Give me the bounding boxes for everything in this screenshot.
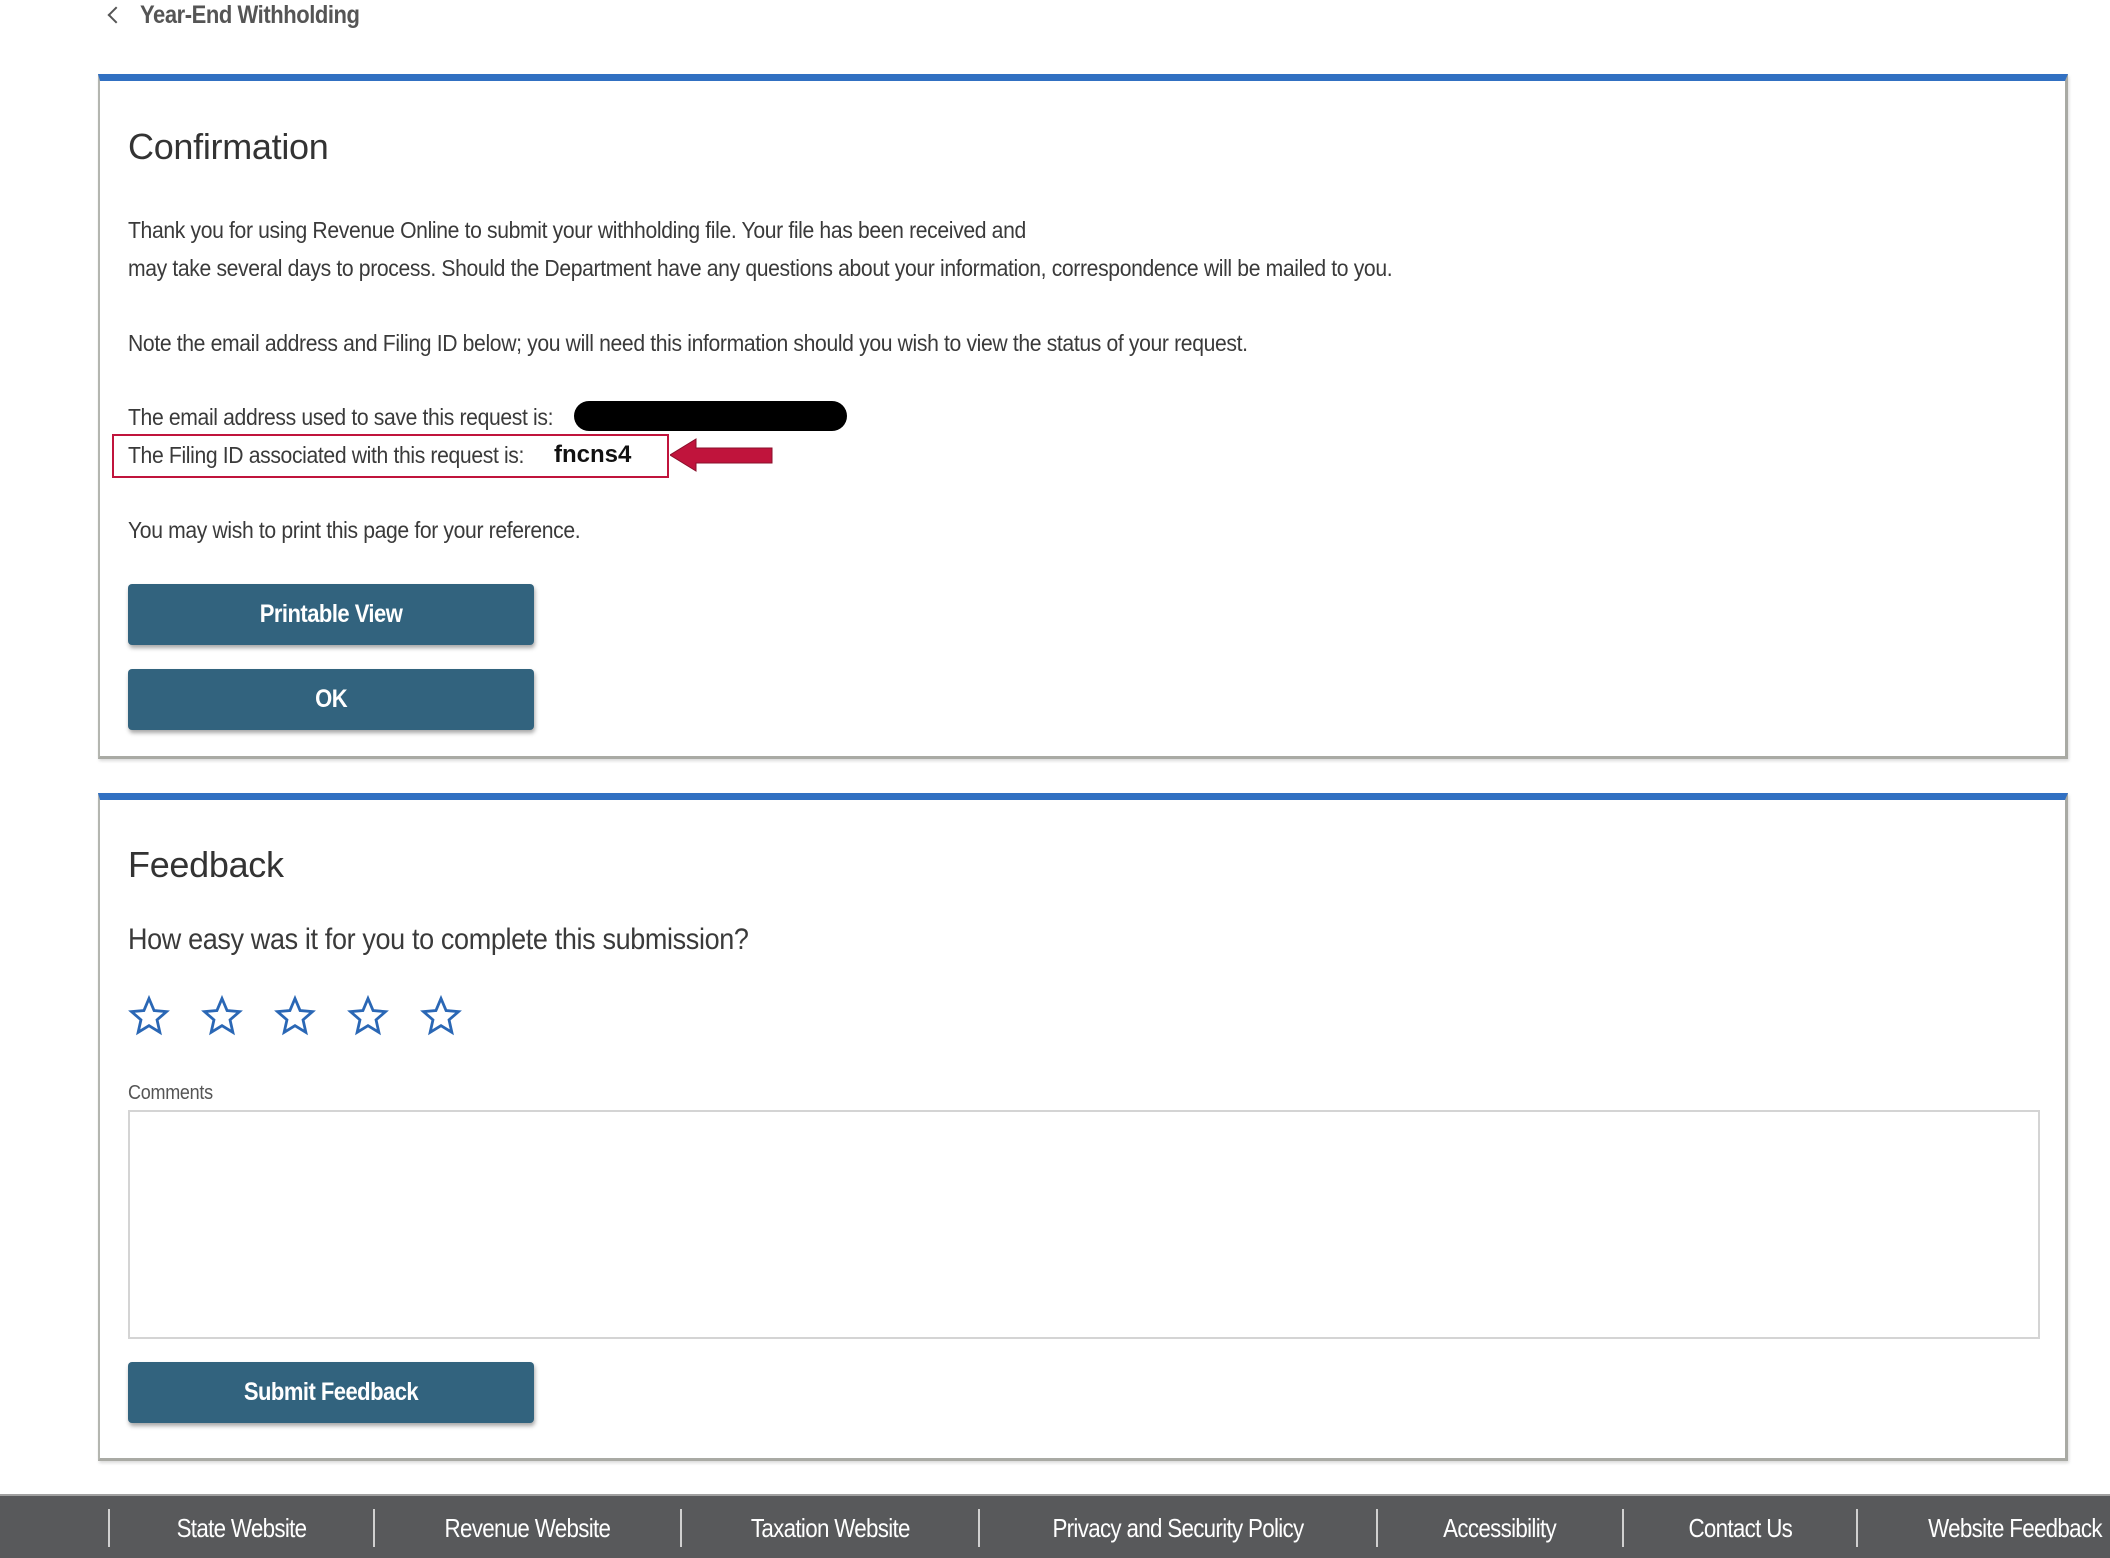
footer-divider: [108, 1509, 110, 1547]
star-rating[interactable]: [128, 995, 462, 1037]
chevron-left-icon[interactable]: [106, 8, 120, 22]
filing-id-label: The Filing ID associated with this reque…: [128, 442, 525, 468]
feedback-title: Feedback: [128, 844, 284, 885]
printable-view-label: Printable View: [259, 600, 403, 628]
feedback-question: How easy was it for you to complete this…: [128, 923, 749, 956]
star-outline-icon[interactable]: [128, 995, 170, 1037]
star-outline-icon[interactable]: [274, 995, 316, 1037]
star-outline-icon[interactable]: [420, 995, 462, 1037]
footer: State Website Revenue Website Taxation W…: [0, 1494, 2110, 1558]
confirmation-title: Confirmation: [128, 126, 329, 167]
submit-feedback-label: Submit Feedback: [243, 1378, 419, 1406]
print-note: You may wish to print this page for your…: [128, 517, 581, 543]
submit-feedback-button[interactable]: Submit Feedback: [128, 1362, 534, 1423]
comments-textarea[interactable]: [128, 1110, 2040, 1339]
comments-label: Comments: [128, 1082, 213, 1104]
footer-divider: [679, 1509, 682, 1547]
footer-link-contact-us[interactable]: Contact Us: [1688, 1513, 1792, 1544]
filing-id-value: fncns4: [554, 441, 632, 468]
footer-link-website-feedback[interactable]: Website Feedback: [1928, 1513, 2102, 1544]
ok-button[interactable]: OK: [128, 669, 534, 730]
footer-nav: State Website Revenue Website Taxation W…: [108, 1496, 2110, 1558]
printable-view-button[interactable]: Printable View: [128, 584, 534, 645]
arrow-left-icon: [670, 438, 773, 472]
footer-link-taxation-website[interactable]: Taxation Website: [751, 1513, 911, 1544]
footer-link-state-website[interactable]: State Website: [177, 1513, 308, 1544]
confirmation-card: Confirmation Thank you for using Revenue…: [98, 74, 2068, 759]
footer-divider: [1376, 1509, 1379, 1547]
filing-note: Note the email address and Filing ID bel…: [128, 330, 1248, 356]
star-outline-icon[interactable]: [201, 995, 243, 1037]
ok-label: OK: [315, 685, 347, 713]
footer-divider: [1621, 1509, 1624, 1547]
footer-divider: [372, 1509, 375, 1547]
confirmation-line-1: Thank you for using Revenue Online to su…: [128, 217, 1026, 243]
footer-link-privacy-policy[interactable]: Privacy and Security Policy: [1053, 1513, 1305, 1544]
footer-divider: [1856, 1509, 1859, 1547]
star-outline-icon[interactable]: [347, 995, 389, 1037]
footer-link-revenue-website[interactable]: Revenue Website: [444, 1513, 610, 1544]
footer-divider: [978, 1509, 981, 1547]
confirmation-line-2: may take several days to process. Should…: [128, 255, 1393, 281]
email-label: The email address used to save this requ…: [128, 404, 554, 430]
breadcrumb-label[interactable]: Year-End Withholding: [140, 1, 360, 30]
email-redaction: [574, 401, 847, 431]
footer-link-accessibility[interactable]: Accessibility: [1444, 1513, 1558, 1544]
breadcrumb: Year-End Withholding: [106, 0, 390, 30]
feedback-card: Feedback How easy was it for you to comp…: [98, 793, 2068, 1461]
